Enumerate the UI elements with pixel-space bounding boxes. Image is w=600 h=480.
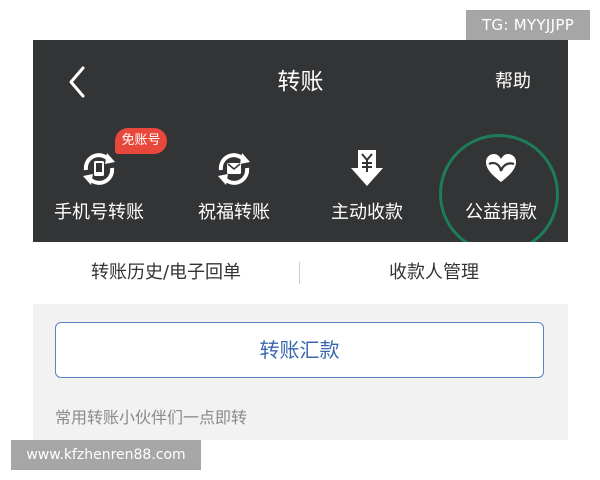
chevron-left-icon [69,66,85,98]
transfer-screen: 转账 帮助 手机号转账 祝福转账 主动收款 公益捐款 免账号 转账历史/电子回单… [33,40,568,440]
collect-payment-label: 主动收款 [331,202,403,223]
collect-payment-button[interactable]: 主动收款 [307,140,427,235]
payee-management-link[interactable]: 收款人管理 [300,242,568,304]
screenshot: TG: MYYJJPP 转账 帮助 手机号转账 祝福转账 主动收款 公益捐款 免… [0,0,600,480]
frequent-partners-hint: 常用转账小伙伴们一点即转 [55,408,248,427]
transfer-remittance-button[interactable]: 转账汇款 [55,322,544,378]
transfer-history-link[interactable]: 转账历史/电子回单 [33,242,299,304]
charity-donation-icon [486,154,516,182]
sub-navigation: 转账历史/电子回单 收款人管理 [33,242,568,304]
no-account-badge: 免账号 [115,128,167,154]
phone-transfer-button[interactable]: 手机号转账 [39,140,159,235]
header-bar: 转账 帮助 手机号转账 祝福转账 主动收款 公益捐款 [33,40,568,242]
charity-donation-button[interactable]: 公益捐款 [441,140,561,235]
blessing-transfer-icon [218,153,250,185]
quick-actions: 手机号转账 祝福转账 主动收款 公益捐款 [33,140,568,240]
blessing-transfer-button[interactable]: 祝福转账 [174,140,294,235]
blessing-transfer-label: 祝福转账 [198,202,270,223]
collect-payment-icon [351,150,383,186]
watermark-bottom: www.kfzhenren88.com [11,440,201,470]
phone-transfer-icon [83,153,115,185]
page-title: 转账 [277,69,324,95]
back-button[interactable] [61,62,95,102]
help-button[interactable]: 帮助 [495,68,531,96]
charity-donation-label: 公益捐款 [465,202,537,223]
watermark-top: TG: MYYJJPP [466,10,590,40]
phone-transfer-label: 手机号转账 [54,202,144,223]
